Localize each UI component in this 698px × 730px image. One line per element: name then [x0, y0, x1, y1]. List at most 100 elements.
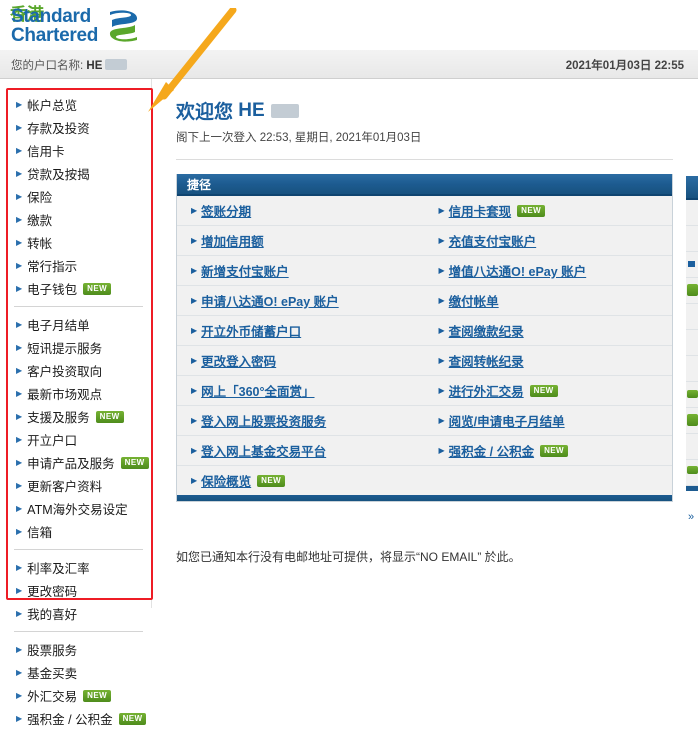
sidebar-item[interactable]: ▶ 常行指示 [0, 254, 151, 277]
no-email-note: 如您已通知本行没有电邮地址可提供，将显示“NO EMAIL” 於此。 [176, 550, 521, 564]
shortcut-link[interactable]: ▶ 进行外汇交易 NEW [425, 376, 673, 405]
new-badge: NEW [529, 384, 558, 397]
sidebar-item[interactable]: ▶ 信用卡 [0, 139, 151, 162]
shortcut-link[interactable]: ▶ 新增支付宝账户 [177, 256, 425, 285]
sidebar-item[interactable]: ▶ 开立户口 [0, 428, 151, 451]
sidebar-item[interactable]: ▶ 短讯提示服务 [0, 336, 151, 359]
chevron-right-icon: ▶ [16, 342, 23, 352]
secondary-panel-row [686, 460, 698, 486]
sidebar-item[interactable]: ▶ 更改密码 [0, 579, 151, 602]
chevron-right-icon: ▶ [438, 385, 445, 395]
left-navigation-sidebar[interactable]: ▶ 帐户总览 ▶ 存款及投资 ▶ 信用卡 ▶ 贷款及按揭 ▶ 保险 ▶ 缴款 ▶ 转帐 ▶ 常行指示 ▶ 电子钱包… [0, 79, 152, 727]
sidebar-item-label: 缴款 [27, 214, 53, 228]
shortcut-link[interactable]: ▶ 登入网上基金交易平台 [177, 436, 425, 465]
shortcut-link[interactable]: ▶ 强积金 / 公积金 NEW [425, 436, 673, 465]
shortcut-link[interactable]: ▶ 信用卡套现 NEW [425, 196, 673, 225]
chevron-right-icon: ▶ [16, 562, 23, 572]
shortcut-row: ▶ 申请八达通O! ePay 账户 ▶ 缴付帐单 [177, 286, 672, 316]
shortcut-row: ▶ 开立外币储蓄户口 ▶ 查阅缴款纪录 [177, 316, 672, 346]
brand-name-line1: Standard [11, 6, 91, 27]
secondary-panel-row [686, 252, 698, 278]
sidebar-item[interactable]: ▶ 客户投资取向 [0, 359, 151, 382]
chevron-right-icon: ▶ [438, 235, 445, 245]
shortcut-link[interactable]: ▶ 登入网上股票投资服务 [177, 406, 425, 435]
chevron-right-icon: ▶ [191, 445, 198, 455]
shortcut-link[interactable]: ▶ 缴付帐单 [425, 286, 673, 315]
chevron-right-icon: ▶ [191, 205, 198, 215]
new-badge: NEW [517, 204, 546, 217]
sidebar-item[interactable]: ▶ 缴款 [0, 208, 151, 231]
sidebar-item[interactable]: ▶ 我的喜好 [0, 602, 151, 625]
chevron-right-icon: ▶ [16, 99, 23, 109]
redaction-block-icon [270, 103, 299, 118]
shortcut-link[interactable]: ▶ 查阅转帐纪录 [425, 346, 673, 375]
account-name-display: 您的户口名称: HE [11, 57, 128, 73]
secondary-panel-row [686, 356, 698, 382]
sidebar-item[interactable]: ▶ 贷款及按揭 [0, 162, 151, 185]
chevron-right-icon: ▶ [16, 191, 23, 201]
shortcut-link[interactable]: ▶ 申请八达通O! ePay 账户 [177, 286, 425, 315]
sidebar-item-label: 利率及汇率 [27, 562, 90, 576]
sidebar-divider [14, 549, 143, 550]
chevron-right-icon: ▶ [438, 265, 445, 275]
sidebar-item[interactable]: ▶ 最新市场观点 [0, 382, 151, 405]
chevron-right-icon: ▶ [16, 214, 23, 224]
shortcut-link[interactable]: ▶ 保险概览 NEW [177, 466, 425, 495]
brand-logo[interactable]: Standard Chartered [11, 6, 142, 46]
sidebar-item[interactable]: ▶ 存款及投资 [0, 116, 151, 139]
account-name-value: HE [86, 60, 103, 72]
sidebar-item[interactable]: ▶ 电子钱包 NEW [0, 277, 151, 300]
shortcut-link[interactable]: ▶ 查阅缴款纪录 [425, 316, 673, 345]
secondary-panel-text-sliver: » [688, 512, 695, 523]
chevron-right-icon: ▶ [191, 325, 198, 335]
sidebar-divider [14, 306, 143, 307]
secondary-panel-row [686, 382, 698, 408]
sidebar-item[interactable]: ▶ 保险 [0, 185, 151, 208]
sidebar-item-label: 电子钱包 [27, 283, 78, 297]
shortcut-link[interactable]: ▶ 签账分期 [177, 196, 425, 225]
shortcut-link[interactable]: ▶ 开立外币储蓄户口 [177, 316, 425, 345]
chevron-right-icon: ▶ [16, 503, 23, 513]
shortcut-link-label: 保险概览 [201, 475, 252, 489]
shortcut-link[interactable]: ▶ 增加信用额 [177, 226, 425, 255]
sidebar-item[interactable]: ▶ 股票服务 [0, 638, 151, 661]
brand-wordmark: Standard Chartered [11, 7, 98, 45]
secondary-panel-footer [686, 486, 698, 491]
sidebar-item[interactable]: ▶ 转帐 [0, 231, 151, 254]
sidebar-item-label: 强积金 / 公积金 [27, 713, 113, 727]
shortcut-link[interactable]: ▶ 更改登入密码 [177, 346, 425, 375]
chevron-right-icon: ▶ [16, 145, 23, 155]
shortcut-link[interactable]: ▶ 增值八达通O! ePay 账户 [425, 256, 673, 285]
shortcut-link[interactable]: ▶ 阅览/申请电子月结单 [425, 406, 673, 435]
sidebar-item[interactable]: ▶ ATM海外交易设定 [0, 497, 151, 520]
sidebar-item[interactable]: ▶ 帐户总览 [0, 93, 151, 116]
secondary-panel-row [686, 304, 698, 330]
account-info-bar: 您的户口名称: HE 2021年01月03日 22:55 [0, 50, 698, 79]
sidebar-divider [14, 631, 143, 632]
chevron-right-icon: ▶ [438, 415, 445, 425]
shortcut-link[interactable]: ▶ 网上「360°全面赏」 [177, 376, 425, 405]
sidebar-item[interactable]: ▶ 申请产品及服务 NEW [0, 451, 151, 474]
secondary-panel-row [686, 434, 698, 460]
sidebar-item[interactable]: ▶ 支援及服务 NEW [0, 405, 151, 428]
shortcut-link-label: 签账分期 [201, 205, 252, 219]
sidebar-item[interactable]: ▶ 外汇交易 NEW [0, 684, 151, 707]
chevron-right-icon: ▶ [191, 295, 198, 305]
sidebar-item[interactable]: ▶ 电子月结单 [0, 313, 151, 336]
chevron-right-icon: ▶ [438, 445, 445, 455]
sidebar-item-label: 股票服务 [27, 644, 78, 658]
welcome-prefix: 欢迎您 [176, 102, 234, 123]
secondary-panel-row [686, 200, 698, 226]
chevron-right-icon: ▶ [438, 205, 445, 215]
shortcut-link-label: 申请八达通O! ePay 账户 [201, 295, 339, 309]
sidebar-item[interactable]: ▶ 信箱 [0, 520, 151, 543]
chevron-right-icon: ▶ [16, 480, 23, 490]
sidebar-item[interactable]: ▶ 强积金 / 公积金 NEW [0, 707, 151, 730]
shortcut-link[interactable]: ▶ 充值支付宝账户 [425, 226, 673, 255]
sidebar-item[interactable]: ▶ 更新客户资料 [0, 474, 151, 497]
sidebar-item[interactable]: ▶ 基金买卖 [0, 661, 151, 684]
chevron-right-icon: ▶ [16, 690, 23, 700]
sidebar-item[interactable]: ▶ 利率及汇率 [0, 556, 151, 579]
shortcut-row: ▶ 保险概览 NEW [177, 466, 672, 495]
shortcut-row: ▶ 登入网上股票投资服务 ▶ 阅览/申请电子月结单 [177, 406, 672, 436]
